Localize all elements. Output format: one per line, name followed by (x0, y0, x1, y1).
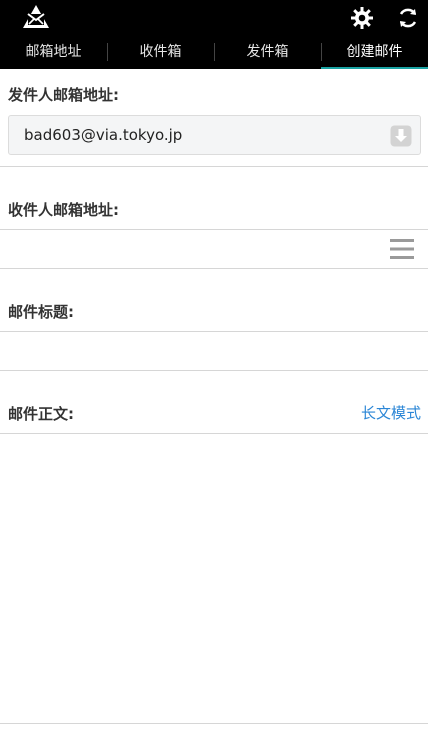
download-icon[interactable] (390, 125, 412, 147)
recipient-label: 收件人邮箱地址: (8, 201, 119, 219)
tab-inbox[interactable]: 收件箱 (107, 36, 214, 69)
gear-icon[interactable] (350, 6, 374, 30)
divider (0, 370, 428, 371)
mail-recycle-logo-icon[interactable] (21, 3, 51, 31)
subject-label: 邮件标题: (8, 303, 74, 321)
tab-bar: 邮箱地址 收件箱 发件箱 创建邮件 (0, 36, 428, 69)
body-label: 邮件正文: (8, 405, 74, 423)
subject-input[interactable] (0, 332, 428, 370)
sender-select[interactable]: bad603@via.tokyo.jp (8, 115, 421, 155)
long-text-mode-link[interactable]: 长文模式 (361, 402, 421, 423)
tab-compose[interactable]: 创建邮件 (321, 36, 428, 69)
body-textarea[interactable] (0, 434, 428, 723)
sender-label: 发件人邮箱地址: (8, 86, 119, 104)
tab-outbox[interactable]: 发件箱 (214, 36, 321, 69)
divider (0, 723, 428, 724)
divider (0, 268, 428, 269)
tab-email-address[interactable]: 邮箱地址 (0, 36, 107, 69)
top-bar (0, 0, 428, 36)
divider (0, 166, 428, 167)
recipient-input[interactable] (0, 230, 428, 268)
list-icon[interactable] (390, 239, 414, 259)
sender-value: bad603@via.tokyo.jp (24, 126, 183, 144)
refresh-icon[interactable] (396, 6, 420, 30)
